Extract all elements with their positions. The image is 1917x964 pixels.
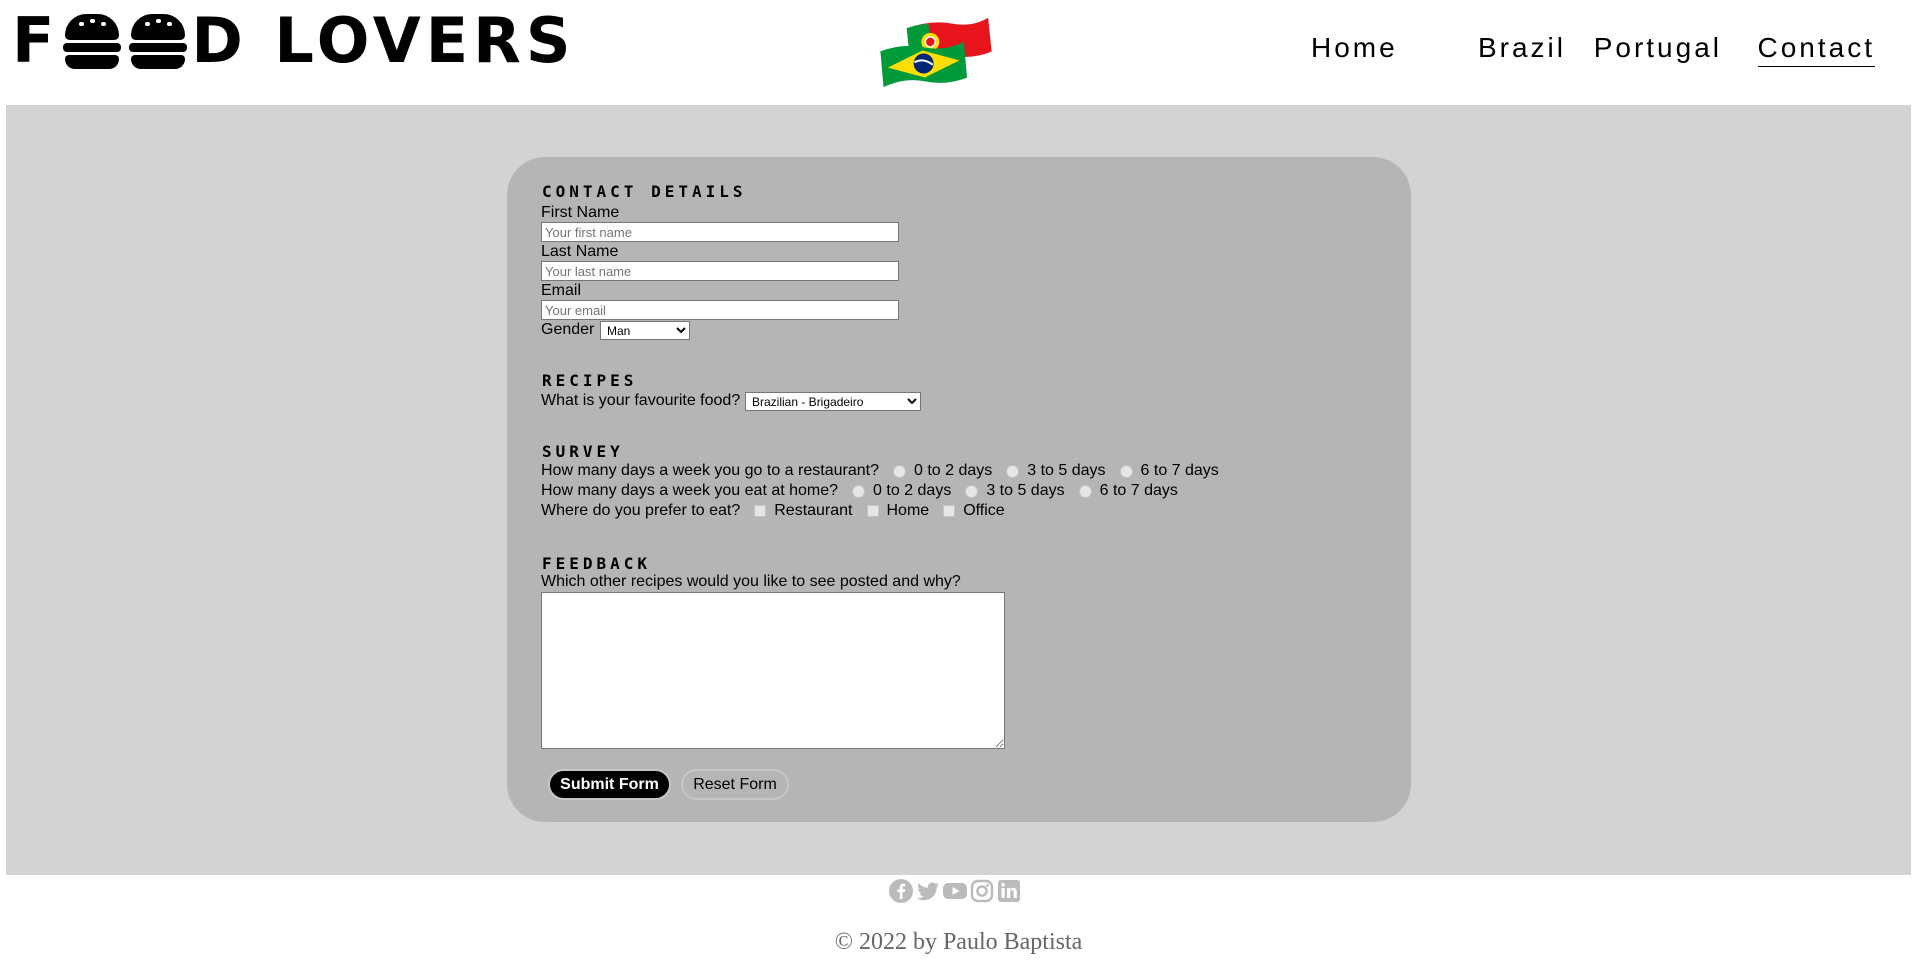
reset-form-button[interactable]: Reset Form — [681, 769, 789, 800]
home-days-option-label: 3 to 5 days — [986, 482, 1065, 499]
eat-place-checkbox[interactable] — [866, 505, 879, 517]
gender-label: Gender — [541, 321, 595, 338]
restaurant-days-radio[interactable] — [1119, 464, 1133, 478]
home-days-option-label: 6 to 7 days — [1099, 482, 1178, 499]
home-days-radio[interactable] — [852, 484, 866, 498]
restaurant-days-question: How many days a week you go to a restaur… — [541, 462, 879, 479]
youtube-icon[interactable] — [942, 878, 968, 904]
restaurant-days-option-label: 0 to 2 days — [913, 462, 993, 479]
nav-portugal[interactable]: Portugal — [1594, 30, 1722, 66]
first-name-input[interactable] — [541, 222, 899, 242]
submit-form-button[interactable]: Submit Form — [548, 769, 671, 800]
main-content: CONTACT DETAILS First Name Last Name Ema… — [6, 105, 1911, 875]
gender-select[interactable]: Man — [600, 321, 690, 340]
home-days-question: How many days a week you eat at home? — [541, 482, 839, 499]
email-label: Email — [541, 282, 582, 299]
twitter-icon[interactable] — [915, 878, 941, 904]
nav-home[interactable]: Home — [1311, 30, 1423, 66]
eat-place-option-label: Restaurant — [774, 502, 853, 519]
site-header: F D LOVERS Home Brazil Portugal Contact — [0, 0, 1917, 105]
nav-contact[interactable]: Contact — [1757, 30, 1875, 67]
nav-brazil[interactable]: Brazil — [1478, 30, 1566, 66]
contact-details-heading: CONTACT DETAILS — [542, 182, 747, 201]
eat-place-option-label: Home — [886, 502, 930, 519]
survey-heading: SURVEY — [542, 442, 624, 461]
restaurant-days-option-label: 3 to 5 days — [1027, 462, 1106, 479]
eat-place-checkbox[interactable] — [943, 505, 956, 517]
burger-icon — [129, 12, 188, 70]
feedback-label: Which other recipes would you like to se… — [541, 573, 961, 590]
restaurant-days-option-label: 6 to 7 days — [1140, 462, 1219, 479]
portugal-brazil-flags-icon — [880, 17, 992, 88]
last-name-input[interactable] — [541, 261, 899, 281]
last-name-label: Last Name — [541, 243, 619, 260]
eat-place-checkbox[interactable] — [754, 505, 767, 517]
email-input[interactable] — [541, 300, 899, 320]
home-days-radio[interactable] — [965, 484, 979, 498]
instagram-icon[interactable] — [969, 878, 995, 904]
eat-place-question: Where do you prefer to eat? — [541, 502, 741, 519]
feedback-heading: FEEDBACK — [542, 554, 652, 573]
restaurant-days-radio[interactable] — [1006, 464, 1020, 478]
first-name-label: First Name — [541, 204, 620, 221]
eat-place-option-label: Office — [963, 502, 1005, 519]
copyright-text: © 2022 by Paulo Baptista — [834, 929, 1083, 955]
linkedin-icon[interactable] — [996, 878, 1022, 904]
restaurant-days-radio[interactable] — [892, 464, 906, 478]
burger-icon — [63, 12, 122, 70]
contact-form: CONTACT DETAILS First Name Last Name Ema… — [507, 157, 1411, 822]
home-days-option-label: 0 to 2 days — [873, 482, 952, 499]
feedback-textarea[interactable] — [541, 592, 1005, 749]
favourite-food-label: What is your favourite food? — [541, 392, 741, 409]
logo-text: D LOVERS — [191, 4, 576, 77]
home-days-radio[interactable] — [1078, 484, 1092, 498]
facebook-icon[interactable] — [888, 878, 914, 904]
eat-place-row: Where do you prefer to eat? Restaurant H… — [541, 501, 1005, 521]
social-links — [888, 878, 1023, 904]
site-logo[interactable]: F D LOVERS — [12, 10, 575, 72]
restaurant-days-row: How many days a week you go to a restaur… — [541, 461, 1219, 481]
recipes-heading: RECIPES — [542, 371, 638, 390]
logo-letter: F — [12, 4, 60, 77]
favourite-food-select[interactable]: Brazilian - Brigadeiro — [745, 392, 921, 411]
home-days-row: How many days a week you eat at home? 0 … — [541, 481, 1178, 501]
